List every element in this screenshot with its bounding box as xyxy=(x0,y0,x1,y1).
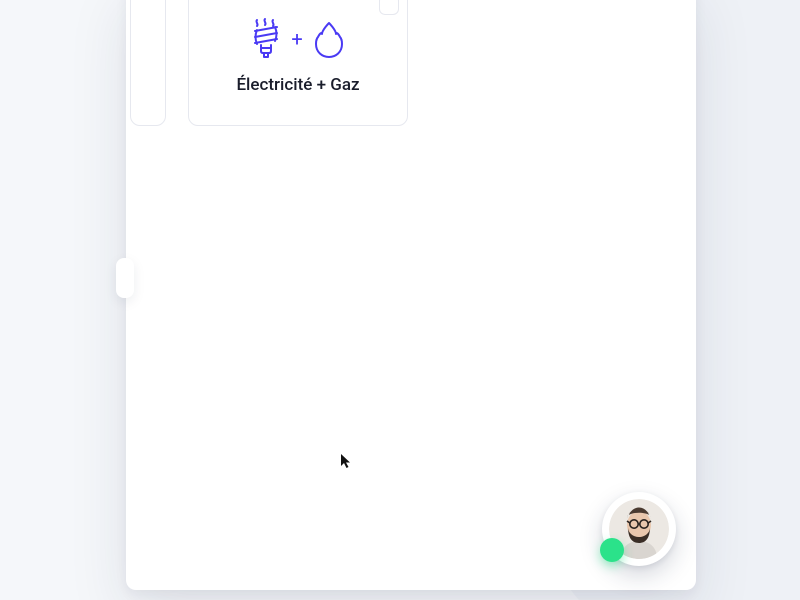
bulb-icon xyxy=(251,17,281,61)
side-tab-handle[interactable] xyxy=(116,258,134,298)
option-radio-indicator[interactable] xyxy=(379,0,399,15)
option-card-electricity-gas[interactable]: + Électricité + Gaz xyxy=(188,0,408,126)
option-icon-row: + xyxy=(251,17,344,61)
option-card-label: Électricité + Gaz xyxy=(236,75,359,95)
cursor-icon xyxy=(340,453,352,473)
flame-icon xyxy=(313,19,345,59)
previous-option-card-edge[interactable] xyxy=(130,0,166,126)
app-window: + Électricité + Gaz xyxy=(126,0,696,590)
status-online-dot xyxy=(600,538,624,562)
chat-launcher[interactable] xyxy=(602,492,676,566)
plus-glyph: + xyxy=(291,29,302,49)
